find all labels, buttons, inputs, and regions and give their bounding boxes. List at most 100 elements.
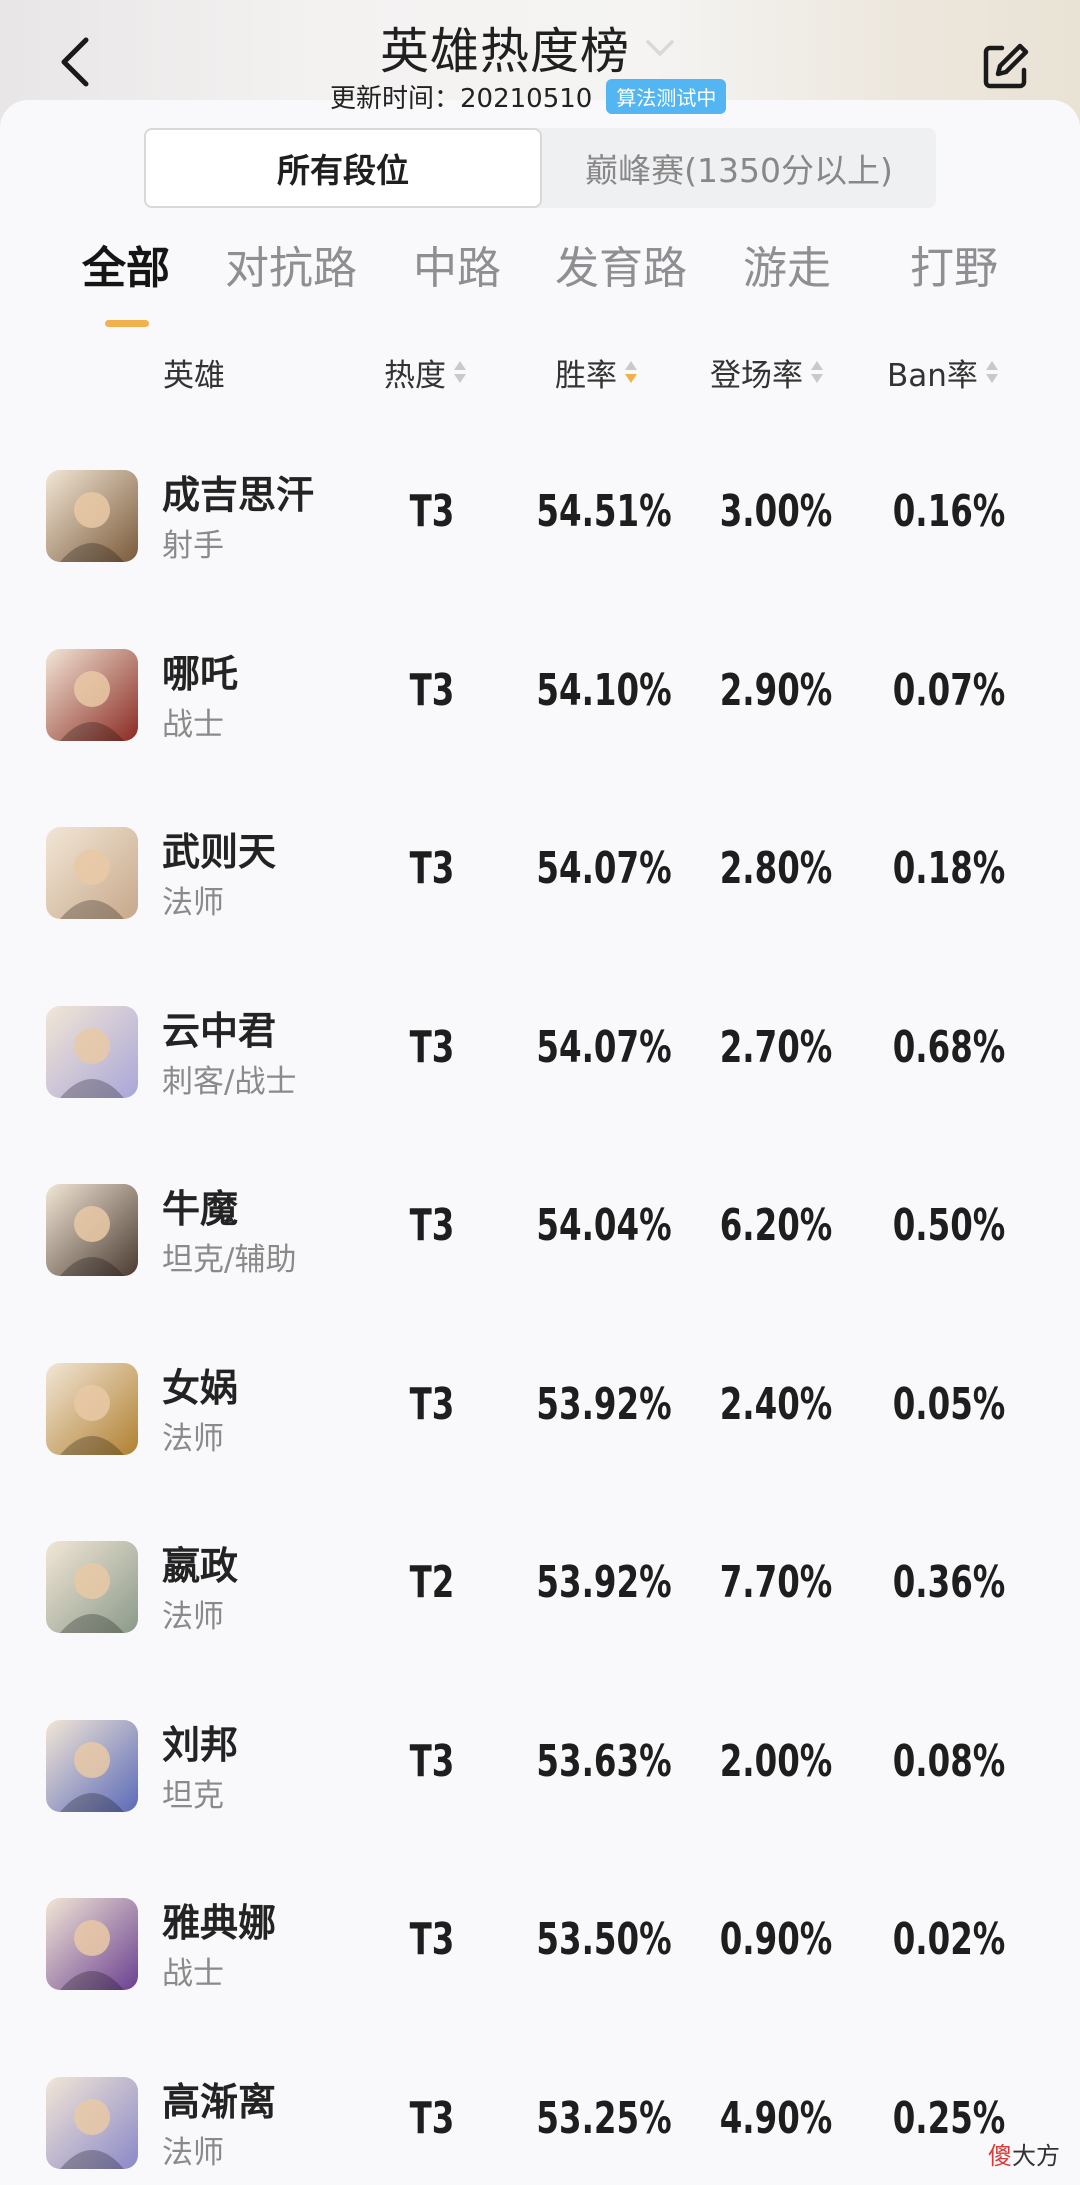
hero-role: 坦克 xyxy=(162,1777,224,1814)
hero-role: 战士 xyxy=(162,706,224,743)
hero-row[interactable]: 刘邦 坦克 T3 53.63% 2.00% 0.08% xyxy=(0,1719,1080,1898)
algorithm-badge: 算法测试中 xyxy=(606,79,727,114)
pick-rate: 4.90% xyxy=(719,2092,833,2144)
heat-tier: T3 xyxy=(409,1200,455,1251)
update-info: 更新时间：20210510 算法测试中 xyxy=(330,78,727,115)
hero-row[interactable]: 云中君 刺客/战士 T3 54.07% 2.70% 0.68% xyxy=(0,1005,1080,1184)
pick-rate: 2.40% xyxy=(719,1378,833,1430)
heat-tier: T3 xyxy=(409,1378,455,1430)
hero-role: 战士 xyxy=(162,1956,224,1992)
heat-tier: T3 xyxy=(409,2092,455,2144)
hero-row[interactable]: 武则天 法师 T3 54.07% 2.80% 0.18% xyxy=(0,827,1080,1005)
tab-jungle[interactable]: 打野 xyxy=(910,232,998,296)
title-dropdown[interactable]: 英雄热度榜 xyxy=(380,12,678,83)
win-rate: 53.63% xyxy=(536,1735,672,1787)
hero-avatar xyxy=(46,1541,138,1633)
hero-name: 女娲 xyxy=(162,1365,239,1410)
column-ban-rate[interactable]: Ban率 xyxy=(887,350,1000,395)
sort-icon xyxy=(809,359,825,387)
heat-tier: T3 xyxy=(409,1735,455,1787)
hero-role: 法师 xyxy=(162,885,224,921)
watermark: 傻大方 xyxy=(988,2142,1060,2170)
pick-rate: 2.90% xyxy=(719,664,833,716)
win-rate: 54.04% xyxy=(536,1200,672,1251)
tab-clash-lane[interactable]: 对抗路 xyxy=(225,232,357,296)
hero-avatar xyxy=(46,1362,138,1455)
hero-role: 刺客/战士 xyxy=(162,1063,297,1100)
hero-avatar xyxy=(46,1184,138,1276)
pick-rate: 2.70% xyxy=(719,1021,833,1073)
hero-row[interactable]: 高渐离 法师 T3 53.25% 4.90% 0.25% xyxy=(0,2076,1080,2185)
hero-name: 嬴政 xyxy=(162,1544,239,1588)
heat-tier: T3 xyxy=(409,664,455,716)
heat-tier: T2 xyxy=(409,1557,455,1608)
tab-farm-lane[interactable]: 发育路 xyxy=(555,232,687,296)
rank-segment: 所有段位 巅峰赛(1350分以上) xyxy=(144,128,936,208)
sort-icon xyxy=(452,359,468,387)
heat-tier: T3 xyxy=(409,1021,455,1073)
hero-row[interactable]: 嬴政 法师 T2 53.92% 7.70% 0.36% xyxy=(0,1541,1080,1719)
ban-rate: 0.68% xyxy=(892,1021,1006,1073)
hero-name: 雅典娜 xyxy=(162,1901,277,1945)
win-rate: 53.50% xyxy=(536,1914,672,1965)
win-rate: 53.25% xyxy=(536,2092,672,2144)
column-pick-rate[interactable]: 登场率 xyxy=(710,350,825,395)
column-heat[interactable]: 热度 xyxy=(384,350,468,395)
hero-row[interactable]: 成吉思汗 射手 T3 54.51% 3.00% 0.16% xyxy=(0,470,1080,648)
edit-button[interactable] xyxy=(980,40,1032,92)
sort-icon xyxy=(984,359,1000,387)
column-hero: 英雄 xyxy=(163,358,225,394)
lane-tabs: 全部 对抗路 中路 发育路 游走 打野 xyxy=(60,232,1020,332)
hero-row[interactable]: 牛魔 坦克/辅助 T3 54.04% 6.20% 0.50% xyxy=(0,1184,1080,1362)
chevron-down-icon xyxy=(646,39,674,56)
hero-row[interactable]: 女娲 法师 T3 53.92% 2.40% 0.05% xyxy=(0,1362,1080,1541)
segment-all-ranks[interactable]: 所有段位 xyxy=(144,128,542,208)
win-rate: 54.10% xyxy=(536,664,672,716)
hero-name: 牛魔 xyxy=(162,1187,239,1231)
win-rate: 54.51% xyxy=(536,486,672,537)
hero-name: 成吉思汗 xyxy=(162,473,315,517)
hero-avatar xyxy=(46,1005,138,1098)
page-title: 英雄热度榜 xyxy=(380,23,631,80)
hero-avatar xyxy=(46,827,138,919)
heat-tier: T3 xyxy=(409,486,455,537)
hero-name: 高渐离 xyxy=(162,2079,277,2124)
ban-rate: 0.50% xyxy=(892,1200,1006,1251)
win-rate: 53.92% xyxy=(536,1557,672,1608)
win-rate: 54.07% xyxy=(536,1021,672,1073)
heat-tier: T3 xyxy=(409,843,455,894)
tab-roam[interactable]: 游走 xyxy=(743,232,831,296)
hero-name: 哪吒 xyxy=(162,651,239,696)
ban-rate: 0.07% xyxy=(892,664,1006,716)
hero-name: 刘邦 xyxy=(162,1722,239,1767)
hero-avatar xyxy=(46,1898,138,1990)
update-time: 更新时间：20210510 xyxy=(330,84,593,114)
hero-role: 法师 xyxy=(162,1599,224,1635)
hero-avatar xyxy=(46,1719,138,1812)
page: 英雄热度榜 更新时间：20210510 算法测试中 所有段位 巅峰赛(1350分… xyxy=(0,0,1080,2185)
back-button[interactable] xyxy=(48,30,104,94)
tab-mid-lane[interactable]: 中路 xyxy=(413,232,501,296)
tab-all[interactable]: 全部 xyxy=(82,232,170,296)
hero-name: 武则天 xyxy=(162,830,277,874)
active-tab-indicator xyxy=(105,320,149,327)
heat-tier: T3 xyxy=(409,1914,455,1965)
hero-row[interactable]: 哪吒 战士 T3 54.10% 2.90% 0.07% xyxy=(0,648,1080,827)
ban-rate: 0.08% xyxy=(892,1735,1006,1787)
hero-role: 坦克/辅助 xyxy=(162,1242,297,1278)
edit-icon xyxy=(983,43,1029,89)
segment-peak-match[interactable]: 巅峰赛(1350分以上) xyxy=(542,128,936,208)
hero-avatar xyxy=(46,648,138,741)
pick-rate: 2.80% xyxy=(719,843,833,894)
hero-name: 云中君 xyxy=(162,1008,277,1053)
back-arrow-icon xyxy=(61,37,89,87)
win-rate: 53.92% xyxy=(536,1378,672,1430)
pick-rate: 6.20% xyxy=(719,1200,833,1251)
ban-rate: 0.36% xyxy=(892,1557,1006,1608)
column-win-rate[interactable]: 胜率 xyxy=(555,350,639,395)
hero-role: 法师 xyxy=(162,2134,224,2171)
hero-row[interactable]: 雅典娜 战士 T3 53.50% 0.90% 0.02% xyxy=(0,1898,1080,2076)
ban-rate: 0.05% xyxy=(892,1378,1006,1430)
hero-avatar xyxy=(46,2076,138,2169)
sort-desc-icon xyxy=(623,359,639,387)
